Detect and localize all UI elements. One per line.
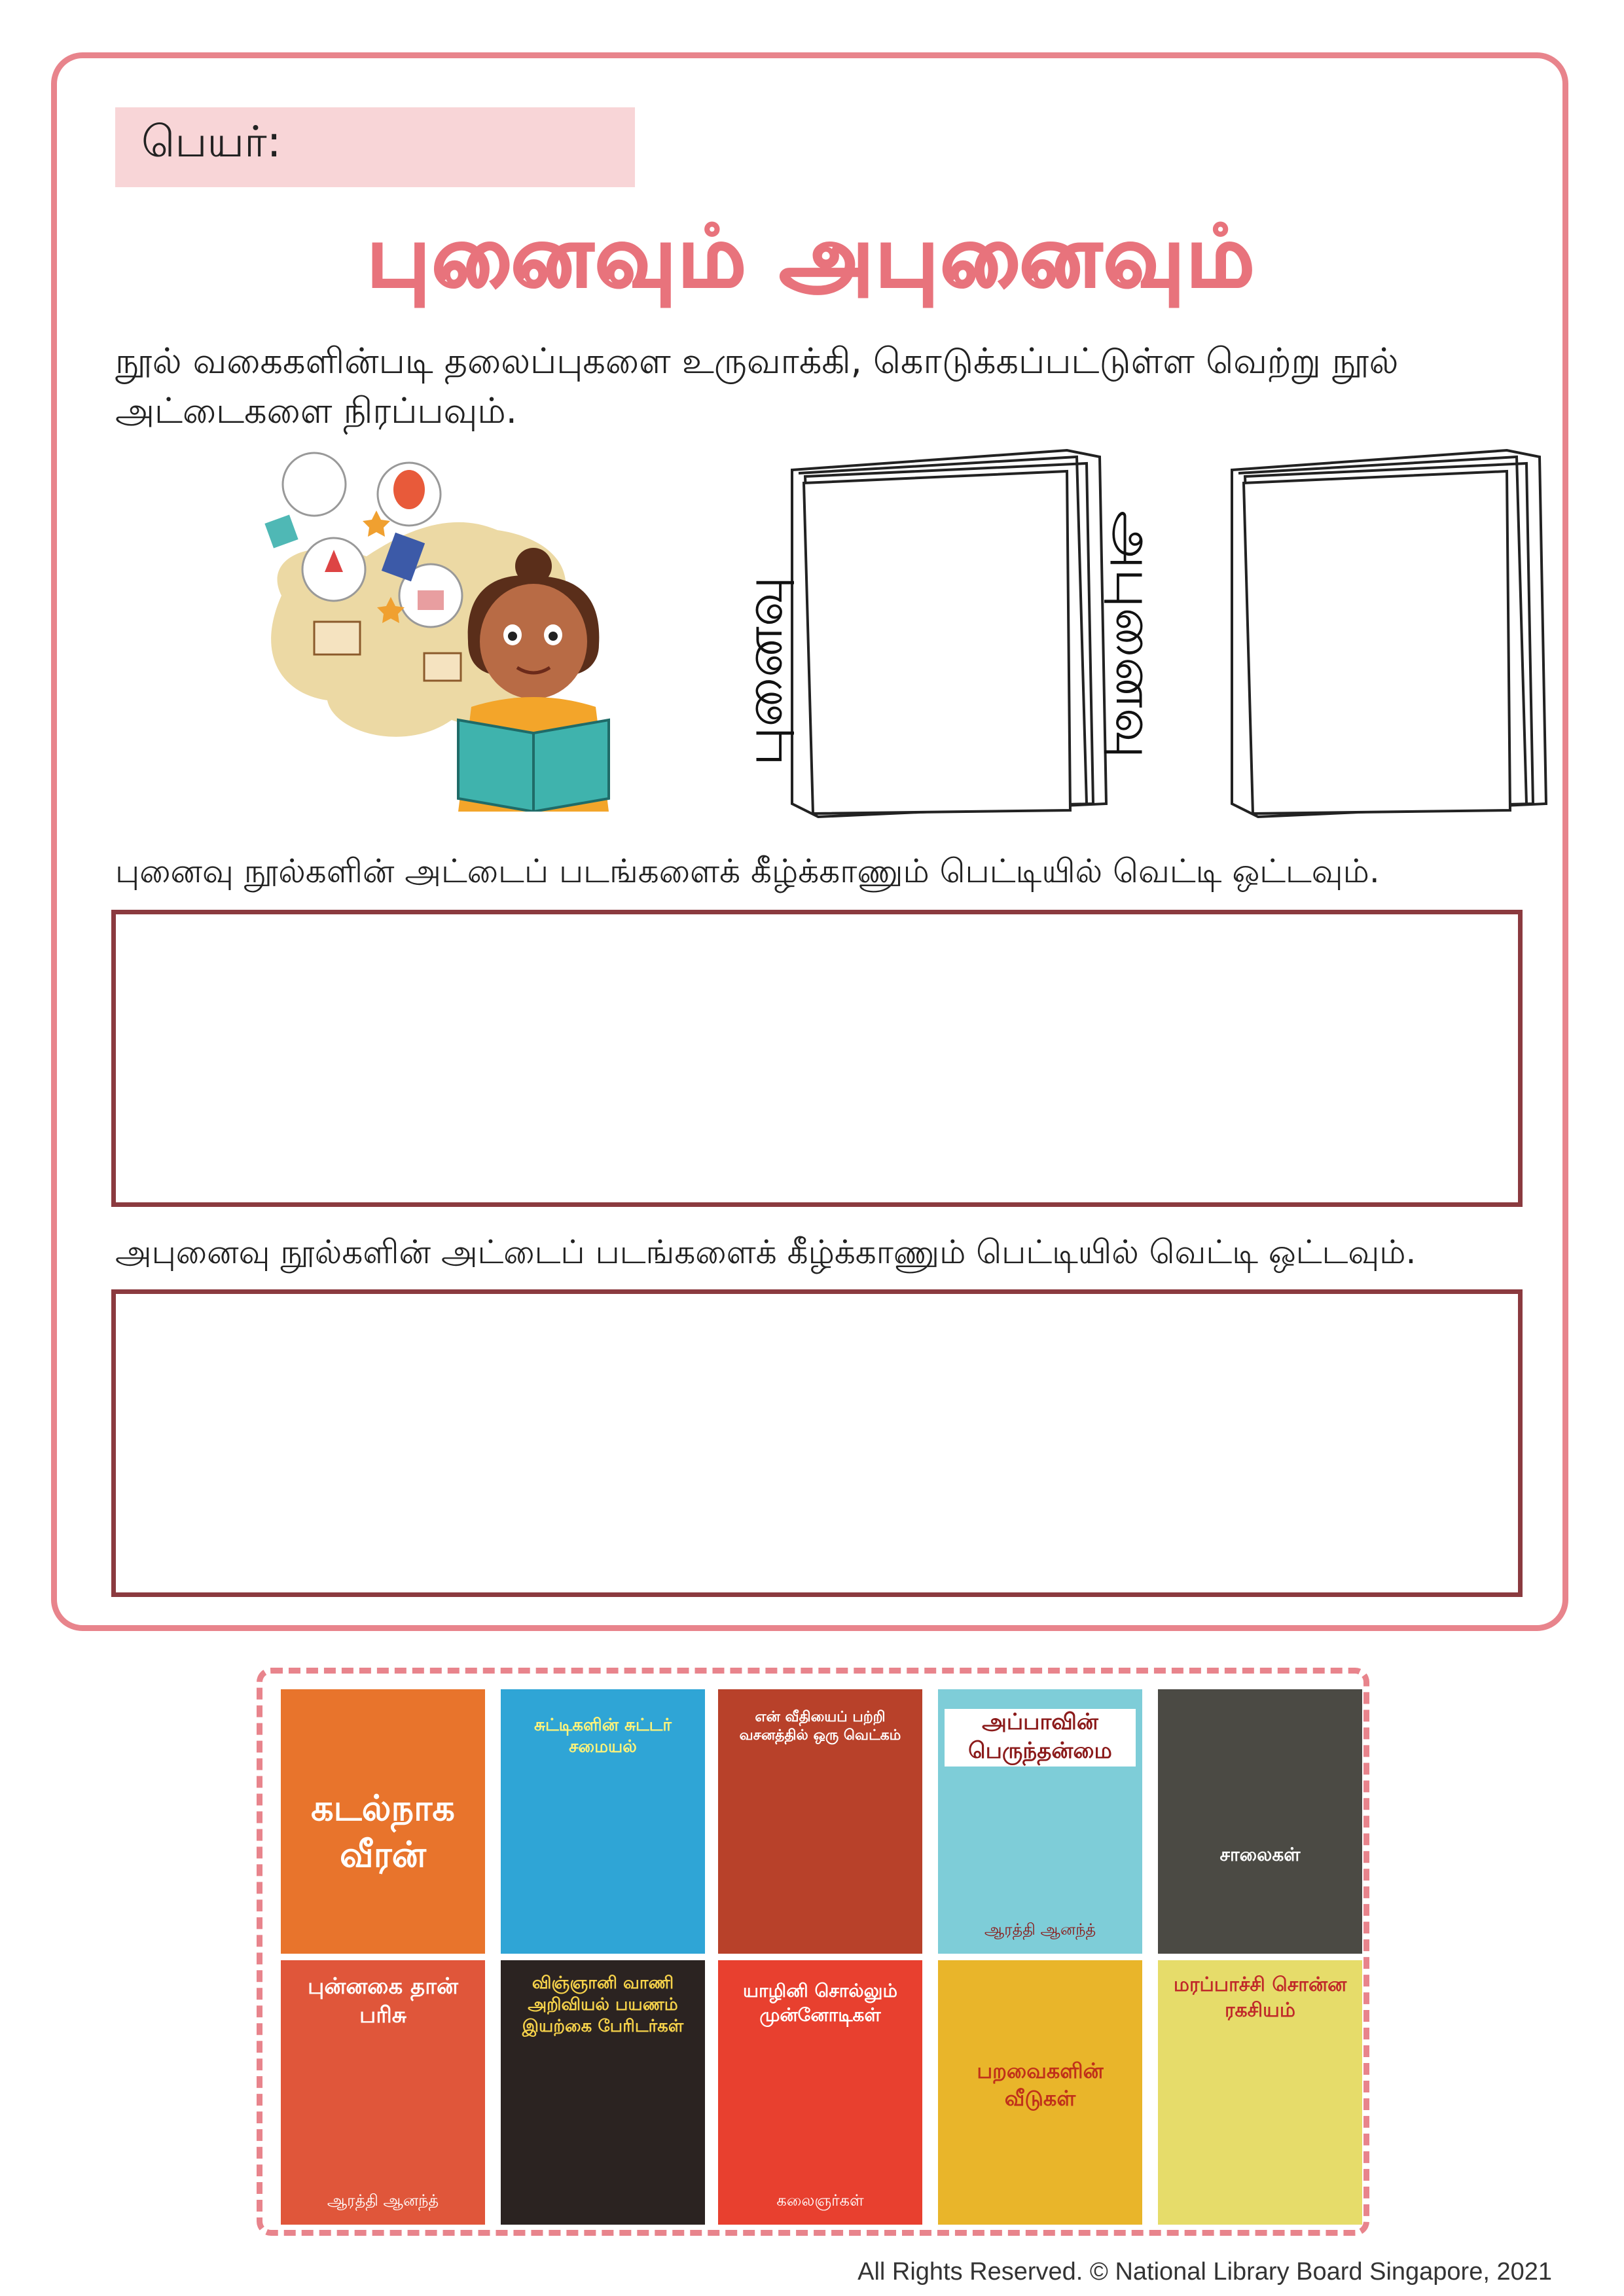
- cover-title-1: கடல்நாக வீரன்: [311, 1787, 455, 1875]
- worksheet-title: புனைவும் அபுனைவும்: [366, 207, 1257, 307]
- nonfiction-paste-box[interactable]: [111, 1289, 1523, 1597]
- nonfiction-book-label: அபுனைவு: [1104, 511, 1165, 759]
- book-cover-3[interactable]: என் வீதியைப் பற்றி வசனத்தில் ஒரு வெட்கம்: [718, 1689, 922, 1954]
- book-cover-2[interactable]: சுட்டிகளின் சுட்டர் சமையல்: [501, 1689, 705, 1954]
- book-cover-9[interactable]: பறவைகளின் வீடுகள்: [938, 1960, 1142, 2225]
- cover-title-3: என் வீதியைப் பற்றி வசனத்தில் ஒரு வெட்கம்: [739, 1709, 901, 1744]
- book-cover-8[interactable]: யாழினி சொல்லும் முன்னோடிகள் கலைஞர்கள்: [718, 1960, 922, 2225]
- cover-author-8: கலைஞர்கள்: [776, 2191, 864, 2210]
- name-field[interactable]: பெயர்:: [115, 107, 635, 187]
- cover-title-9: பறவைகளின் வீடுகள்: [977, 2058, 1104, 2111]
- cover-author-4: ஆரத்தி ஆனந்த்: [984, 1920, 1096, 1939]
- book-cover-10[interactable]: மரப்பாச்சி சொன்ன ரகசியம்: [1158, 1960, 1362, 2225]
- instruction-text: நூல் வகைகளின்படி தலைப்புகளை உருவாக்கி, க…: [115, 340, 1399, 431]
- cover-title-6: புன்னகை தான் பரிசு: [308, 1973, 458, 2028]
- blank-book-nonfiction: [1231, 448, 1548, 819]
- reading-girl-illustration: [264, 452, 610, 812]
- blank-book-fiction: [791, 448, 1108, 819]
- cover-title-4: அப்பாவின் பெருந்தன்மை: [945, 1709, 1136, 1767]
- cover-title-5: சாலைகள்: [1219, 1844, 1301, 1865]
- book-cover-1[interactable]: கடல்நாக வீரன்: [281, 1689, 485, 1954]
- fiction-paste-box[interactable]: [111, 910, 1523, 1207]
- cover-title-8: யாழினி சொல்லும் முன்னோடிகள்: [743, 1980, 897, 2026]
- nonfiction-instruction: அபுனைவு நூல்களின் அட்டைப் படங்களைக் கீழ்…: [115, 1233, 1416, 1271]
- cover-title-7: விஞ்ஞானி வாணி அறிவியல் பயணம் இயற்கை பேரி…: [522, 1973, 684, 2036]
- book-cover-5[interactable]: சாலைகள்: [1158, 1689, 1362, 1954]
- book-cover-7[interactable]: விஞ்ஞானி வாணி அறிவியல் பயணம் இயற்கை பேரி…: [501, 1960, 705, 2225]
- book-cover-4[interactable]: அப்பாவின் பெருந்தன்மை ஆரத்தி ஆனந்த்: [938, 1689, 1142, 1954]
- cover-title-2: சுட்டிகளின் சுட்டர் சமையல்: [534, 1715, 672, 1757]
- fiction-instruction: புனைவு நூல்களின் அட்டைப் படங்களைக் கீழ்க…: [115, 852, 1380, 890]
- cover-title-10: மரப்பாச்சி சொன்ன ரகசியம்: [1173, 1973, 1347, 2022]
- name-label: பெயர்:: [141, 117, 281, 167]
- book-covers-cutout-area: கடல்நாக வீரன் சுட்டிகளின் சுட்டர் சமையல்…: [257, 1668, 1369, 2236]
- fiction-book-label: புனைவு: [733, 576, 794, 766]
- book-cover-6[interactable]: புன்னகை தான் பரிசு ஆரத்தி ஆனந்த்: [281, 1960, 485, 2225]
- copyright-footer: All Rights Reserved. © National Library …: [857, 2258, 1552, 2286]
- cover-author-6: ஆரத்தி ஆனந்த்: [327, 2191, 439, 2210]
